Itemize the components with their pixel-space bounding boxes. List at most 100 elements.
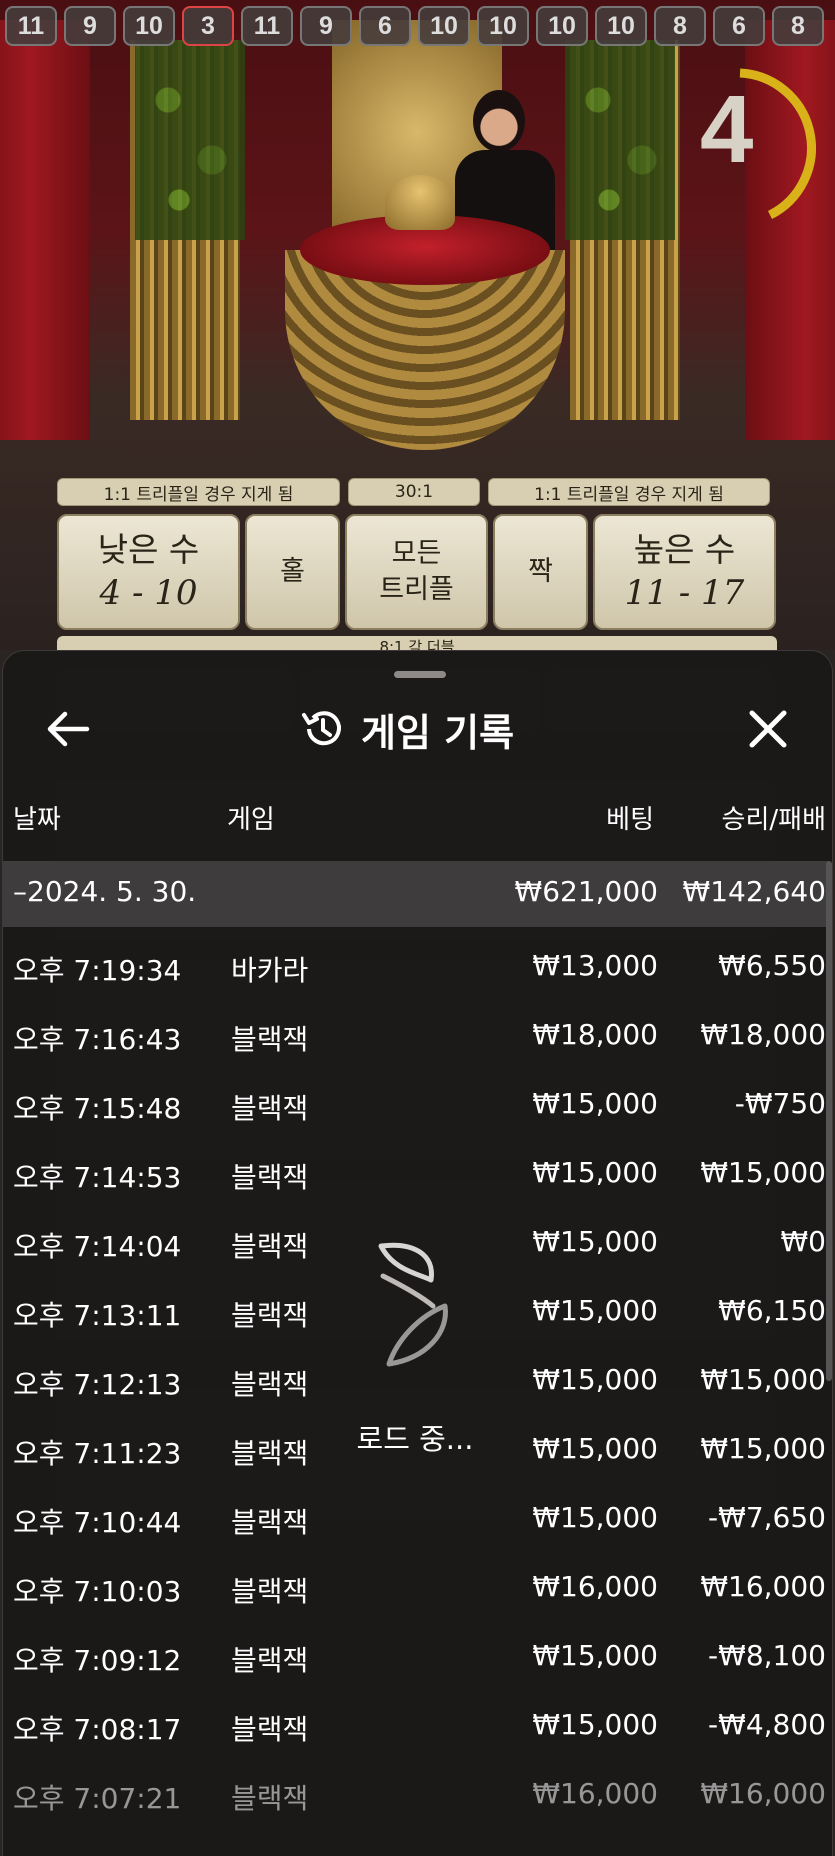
- column-game: 게임: [227, 805, 275, 835]
- row-bet: ₩16,000: [532, 1777, 658, 1810]
- row-result: ₩6,150: [718, 1294, 826, 1327]
- row-bet: ₩15,000: [532, 1156, 658, 1189]
- row-result: -₩8,100: [708, 1639, 826, 1672]
- history-chip: 10: [477, 6, 529, 46]
- bet-even[interactable]: 짝: [493, 514, 588, 630]
- history-chip: 10: [123, 6, 175, 46]
- row-time: 오후 7:10:03: [13, 1575, 182, 1608]
- list-scrollbar[interactable]: [826, 861, 832, 1381]
- history-chip: 8: [772, 6, 824, 46]
- history-chip: 11: [241, 6, 293, 46]
- row-time: 오후 7:14:53: [13, 1161, 182, 1194]
- sheet-header: 게임 기록: [3, 699, 834, 759]
- row-time: 오후 7:10:44: [13, 1506, 182, 1539]
- odds-label-low: 1:1 트리플일 경우 지게 됨: [57, 478, 340, 506]
- row-time: 오후 7:11:23: [13, 1437, 182, 1470]
- betting-board: 1:1 트리플일 경우 지게 됨 30:1 1:1 트리플일 경우 지게 됨 낮…: [57, 478, 777, 630]
- close-button[interactable]: [743, 705, 793, 753]
- row-result: -₩750: [734, 1087, 826, 1120]
- row-game: 블랙잭: [231, 1161, 309, 1194]
- bet-odd[interactable]: 홀: [245, 514, 340, 630]
- row-result: ₩15,000: [700, 1156, 826, 1189]
- loading-text: 로드 중...: [356, 1422, 474, 1456]
- table-row[interactable]: 오후 7:10:44 블랙잭 ₩15,000 -₩7,650: [3, 1493, 834, 1562]
- back-button[interactable]: [43, 707, 93, 751]
- date-group-row[interactable]: –2024. 5. 30. ₩621,000 ₩142,640: [3, 861, 828, 927]
- row-game: 블랙잭: [231, 1368, 309, 1401]
- row-time: 오후 7:07:21: [13, 1782, 182, 1815]
- row-time: 오후 7:09:12: [13, 1644, 182, 1677]
- arrow-left-icon: [47, 711, 90, 747]
- row-game: 블랙잭: [231, 1230, 309, 1263]
- results-history-strip: 11 9 10 3 11 9 6 10 10 10 10 8 6 8: [0, 6, 835, 46]
- row-bet: ₩16,000: [532, 1570, 658, 1603]
- row-result: -₩7,650: [708, 1501, 826, 1534]
- table-row[interactable]: 오후 7:07:21 블랙잭 ₩16,000 ₩16,000: [3, 1769, 834, 1838]
- bet-any-triple[interactable]: 모든 트리플: [345, 514, 488, 630]
- row-time: 오후 7:14:04: [13, 1230, 182, 1263]
- bet-high-label: 높은 수: [633, 530, 736, 569]
- row-game: 블랙잭: [231, 1575, 309, 1608]
- bet-low[interactable]: 낮은 수 4 - 10: [57, 514, 240, 630]
- row-time: 오후 7:08:17: [13, 1713, 182, 1746]
- row-result: ₩16,000: [700, 1570, 826, 1603]
- row-result: ₩0: [780, 1225, 827, 1258]
- history-chip: 11: [5, 6, 57, 46]
- history-chip: 10: [595, 6, 647, 46]
- row-bet: ₩18,000: [532, 1018, 658, 1051]
- group-date: –2024. 5. 30.: [13, 875, 197, 908]
- history-chip: 3: [182, 6, 234, 46]
- bet-even-label: 짝: [528, 556, 553, 587]
- curtain-left: [0, 20, 90, 440]
- bet-triple-label-2: 트리플: [379, 574, 454, 605]
- ivy-right: [565, 40, 675, 240]
- table-row[interactable]: 오후 7:08:17 블랙잭 ₩15,000 -₩4,800: [3, 1700, 834, 1769]
- timer-value: 4: [700, 76, 754, 183]
- table-row[interactable]: 오후 7:14:53 블랙잭 ₩15,000 ₩15,000: [3, 1148, 834, 1217]
- row-result: ₩18,000: [700, 1018, 826, 1051]
- history-chip: 6: [359, 6, 411, 46]
- bet-low-range: 4 - 10: [99, 573, 198, 613]
- row-game: 블랙잭: [231, 1023, 309, 1056]
- row-bet: ₩15,000: [532, 1363, 658, 1396]
- column-bet: 베팅: [606, 805, 654, 835]
- row-time: 오후 7:12:13: [13, 1368, 182, 1401]
- column-result: 승리/패배: [721, 805, 826, 835]
- row-time: 오후 7:13:11: [13, 1299, 182, 1332]
- table-row[interactable]: 오후 7:10:03 블랙잭 ₩16,000 ₩16,000: [3, 1562, 834, 1631]
- history-chip: 9: [300, 6, 352, 46]
- countdown-timer: 4: [700, 65, 830, 225]
- row-bet: ₩15,000: [532, 1708, 658, 1741]
- row-game: 블랙잭: [231, 1644, 309, 1677]
- dice-shaker: [385, 175, 455, 230]
- table-row[interactable]: 오후 7:16:43 블랙잭 ₩18,000 ₩18,000: [3, 1010, 834, 1079]
- history-chip: 6: [713, 6, 765, 46]
- group-result-total: ₩142,640: [682, 875, 826, 908]
- bet-odd-label: 홀: [280, 556, 305, 587]
- row-game: 바카라: [231, 954, 309, 987]
- table-row[interactable]: 오후 7:19:34 바카라 ₩13,000 ₩6,550: [3, 941, 834, 1010]
- history-chip: 9: [64, 6, 116, 46]
- history-clock-icon: [302, 711, 341, 746]
- row-bet: ₩13,000: [532, 949, 658, 982]
- row-bet: ₩15,000: [532, 1087, 658, 1120]
- table-row[interactable]: 오후 7:09:12 블랙잭 ₩15,000 -₩8,100: [3, 1631, 834, 1700]
- row-game: 블랙잭: [231, 1506, 309, 1539]
- sheet-title: 게임 기록: [361, 710, 515, 755]
- row-game: 블랙잭: [231, 1092, 309, 1125]
- bet-low-label: 낮은 수: [97, 530, 200, 569]
- row-result: -₩4,800: [708, 1708, 826, 1741]
- column-date: 날짜: [13, 805, 61, 835]
- odds-label-high: 1:1 트리플일 경우 지게 됨: [488, 478, 770, 506]
- loading-indicator: 로드 중...: [340, 1240, 490, 1456]
- sheet-drag-handle[interactable]: [394, 671, 446, 678]
- row-time: 오후 7:19:34: [13, 954, 182, 987]
- row-result: ₩16,000: [700, 1777, 826, 1810]
- row-bet: ₩15,000: [532, 1294, 658, 1327]
- bet-high-range: 11 - 17: [624, 573, 745, 613]
- row-result: ₩15,000: [700, 1432, 826, 1465]
- table-row[interactable]: 오후 7:15:48 블랙잭 ₩15,000 -₩750: [3, 1079, 834, 1148]
- row-bet: ₩15,000: [532, 1225, 658, 1258]
- bet-high[interactable]: 높은 수 11 - 17: [593, 514, 776, 630]
- spinner-logo-icon: [378, 1242, 448, 1367]
